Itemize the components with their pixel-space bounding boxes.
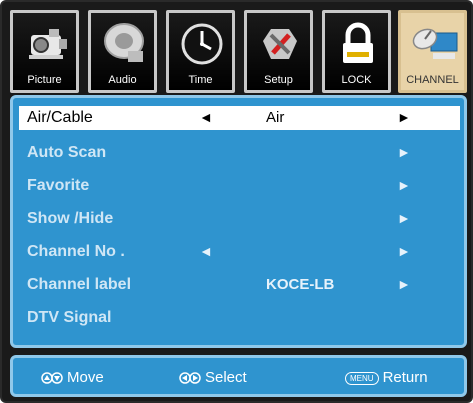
menu-row-air-cable[interactable]: Air/Cable ◄ Air ► [19, 106, 460, 130]
satellite-icon [412, 28, 458, 59]
lock-icon [343, 22, 373, 63]
tab-lock[interactable]: LOCK [322, 10, 391, 93]
select-label: Select [205, 369, 247, 386]
move-hint: Move [41, 369, 104, 386]
tab-label: Picture [27, 74, 62, 86]
tab-channel[interactable]: CHANNEL [398, 10, 467, 93]
row-label: Show /Hide [27, 210, 114, 227]
setup-icon [263, 29, 297, 59]
tab-picture[interactable]: Picture [10, 10, 79, 93]
row-label: Air/Cable [27, 109, 93, 126]
tab-label: LOCK [341, 74, 372, 86]
menu-row-channel-no[interactable]: Channel No . ◄ ► [19, 240, 460, 264]
right-arrow-icon[interactable]: ► [397, 144, 411, 160]
menu-tab-bar: Picture Audio Time Setup LOCK CHANNEL [10, 10, 467, 93]
row-value: KOCE-LB [266, 276, 335, 293]
tab-label: Time [188, 74, 213, 86]
tab-time[interactable]: Time [166, 10, 235, 93]
key-hint-bar: Move Select MENU Return [10, 355, 467, 397]
right-arrow-icon[interactable]: ► [397, 210, 411, 226]
select-hint: Select [179, 369, 247, 386]
menu-row-favorite[interactable]: Favorite ► [19, 174, 460, 198]
tab-audio[interactable]: Audio [88, 10, 157, 93]
right-arrow-icon[interactable]: ► [397, 243, 411, 259]
left-arrow-icon[interactable]: ◄ [199, 243, 213, 259]
return-label: Return [382, 369, 428, 386]
right-arrow-icon[interactable]: ► [397, 177, 411, 193]
menu-row-channel-label[interactable]: Channel label KOCE-LB ► [19, 273, 460, 297]
menu-row-dtv-signal[interactable]: DTV Signal [19, 306, 460, 330]
row-label: DTV Signal [27, 309, 112, 326]
tab-label: Audio [108, 74, 137, 86]
menu-key-badge: MENU [345, 371, 379, 385]
camera-icon [29, 29, 67, 59]
move-label: Move [67, 369, 104, 386]
row-label: Channel No . [27, 243, 125, 260]
tab-label: Setup [264, 74, 293, 86]
tab-label: CHANNEL [406, 74, 459, 86]
return-hint: MENU Return [345, 369, 428, 386]
tab-setup[interactable]: Setup [244, 10, 313, 93]
clock-icon [181, 23, 223, 65]
row-label: Channel label [27, 276, 132, 293]
menu-row-show-hide[interactable]: Show /Hide ► [19, 207, 460, 231]
row-label: Favorite [27, 177, 90, 194]
right-arrow-icon[interactable]: ► [397, 276, 411, 292]
row-value: Air [266, 109, 285, 126]
up-down-keys-icon [41, 372, 63, 384]
left-right-keys-icon [179, 372, 201, 384]
audio-icon [104, 23, 144, 62]
left-arrow-icon[interactable]: ◄ [199, 109, 213, 125]
tv-osd-window: Picture Audio Time Setup LOCK CHANNEL Ai… [0, 0, 473, 403]
menu-row-auto-scan[interactable]: Auto Scan ► [19, 141, 460, 165]
row-label: Auto Scan [27, 144, 107, 161]
channel-menu-panel: Air/Cable ◄ Air ► Auto Scan ► Favorite ►… [10, 95, 467, 348]
right-arrow-icon[interactable]: ► [397, 109, 411, 125]
